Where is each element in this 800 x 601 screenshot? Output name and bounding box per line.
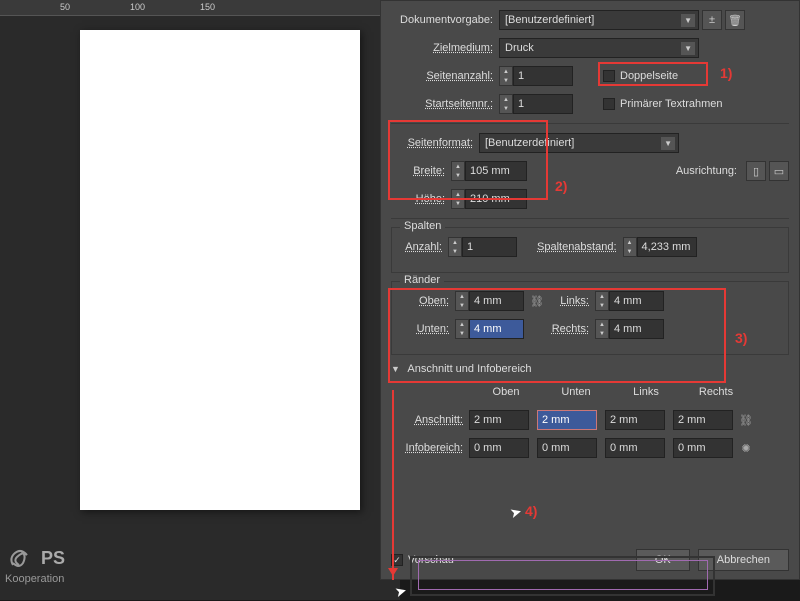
brand-logo: PS Kooperation (5, 543, 65, 585)
startpage-input[interactable]: 1 (513, 94, 573, 114)
bleed-label: Anschnitt: (391, 414, 469, 426)
annotation-4-label: 4) (525, 503, 537, 519)
startpage-spinner[interactable]: ▲▼ (499, 94, 513, 114)
slug-bottom-input[interactable]: 0 mm (537, 438, 597, 458)
margin-left-label: Links: (550, 295, 595, 307)
slug-left-input[interactable]: 0 mm (605, 438, 665, 458)
intent-label: Zielmedium: (391, 42, 499, 54)
margin-bottom-label: Unten: (400, 323, 455, 335)
orientation-portrait-icon[interactable]: ▯ (746, 161, 766, 181)
bleed-bottom-input[interactable]: 2 mm (537, 410, 597, 430)
bleed-right-input[interactable]: 2 mm (673, 410, 733, 430)
save-preset-icon[interactable]: ± (702, 10, 722, 30)
annotation-3-label: 3) (735, 330, 747, 346)
width-spinner[interactable]: ▲▼ (451, 161, 465, 181)
link-slug-icon[interactable]: ✺ (739, 438, 753, 458)
primary-textframe-label: Primärer Textrahmen (620, 98, 723, 110)
margin-top-label: Oben: (400, 295, 455, 307)
new-document-dialog: Dokumentvorgabe: [Benutzerdefiniert] ± 🗑… (380, 0, 800, 580)
width-label: Breite: (391, 165, 451, 177)
slug-label: Infobereich: (391, 442, 469, 454)
startpage-label: Startseitennr.: (391, 98, 499, 110)
margin-right-label: Rechts: (550, 323, 595, 335)
bleed-left-input[interactable]: 2 mm (605, 410, 665, 430)
preset-label: Dokumentvorgabe: (391, 14, 499, 26)
ruler-horizontal: 50 100 150 (0, 0, 400, 16)
canvas-area: 50 100 150 PS Kooperation (0, 0, 400, 600)
gutter-input[interactable]: 4,233 mm (637, 237, 697, 257)
facing-pages-checkbox[interactable] (603, 70, 615, 82)
link-bleed-icon[interactable]: ⛓ (739, 410, 753, 430)
annotation-2-label: 2) (555, 178, 567, 194)
gutter-label: Spaltenabstand: (537, 241, 623, 253)
bleed-section-title: Anschnitt und Infobereich (407, 363, 531, 375)
pagesize-dropdown[interactable]: [Benutzerdefiniert] (479, 133, 679, 153)
annotation-arrow (392, 390, 394, 580)
slug-top-input[interactable]: 0 mm (469, 438, 529, 458)
pages-label: Seitenanzahl: (391, 70, 499, 82)
column-count-input[interactable]: 1 (462, 237, 517, 257)
bleed-top-input[interactable]: 2 mm (469, 410, 529, 430)
margin-right-input[interactable]: 4 mm (609, 319, 664, 339)
height-label: Höhe: (391, 193, 451, 205)
margins-fieldset: Ränder Oben: ▲▼ 4 mm ⛓ Links: ▲▼ 4 mm Un… (391, 281, 789, 355)
orientation-label: Ausrichtung: (676, 165, 743, 177)
height-spinner[interactable]: ▲▼ (451, 189, 465, 209)
slug-right-input[interactable]: 0 mm (673, 438, 733, 458)
margin-left-input[interactable]: 4 mm (609, 291, 664, 311)
margin-bottom-input[interactable]: 4 mm (469, 319, 524, 339)
disclosure-triangle-icon[interactable]: ▼ (391, 364, 400, 374)
pagesize-label: Seitenformat: (391, 137, 479, 149)
pages-input[interactable]: 1 (513, 66, 573, 86)
primary-textframe-checkbox[interactable] (603, 98, 615, 110)
column-count-spinner[interactable]: ▲▼ (448, 237, 462, 257)
columns-fieldset: Spalten Anzahl: ▲▼ 1 Spaltenabstand: ▲▼ … (391, 227, 789, 273)
result-doc-margins (418, 560, 708, 590)
height-input[interactable]: 210 mm (465, 189, 527, 209)
link-margins-icon[interactable]: ⛓ (530, 291, 544, 311)
pages-spinner[interactable]: ▲▼ (499, 66, 513, 86)
facing-pages-label: Doppelseite (620, 70, 678, 82)
column-count-label: Anzahl: (400, 241, 448, 253)
margin-top-input[interactable]: 4 mm (469, 291, 524, 311)
width-input[interactable]: 105 mm (465, 161, 527, 181)
preset-dropdown[interactable]: [Benutzerdefiniert] (499, 10, 699, 30)
annotation-1-label: 1) (720, 65, 732, 81)
gutter-spinner[interactable]: ▲▼ (623, 237, 637, 257)
document-page (80, 30, 360, 510)
delete-preset-icon[interactable]: 🗑 (725, 10, 745, 30)
orientation-landscape-icon[interactable]: ▭ (769, 161, 789, 181)
intent-dropdown[interactable]: Druck (499, 38, 699, 58)
